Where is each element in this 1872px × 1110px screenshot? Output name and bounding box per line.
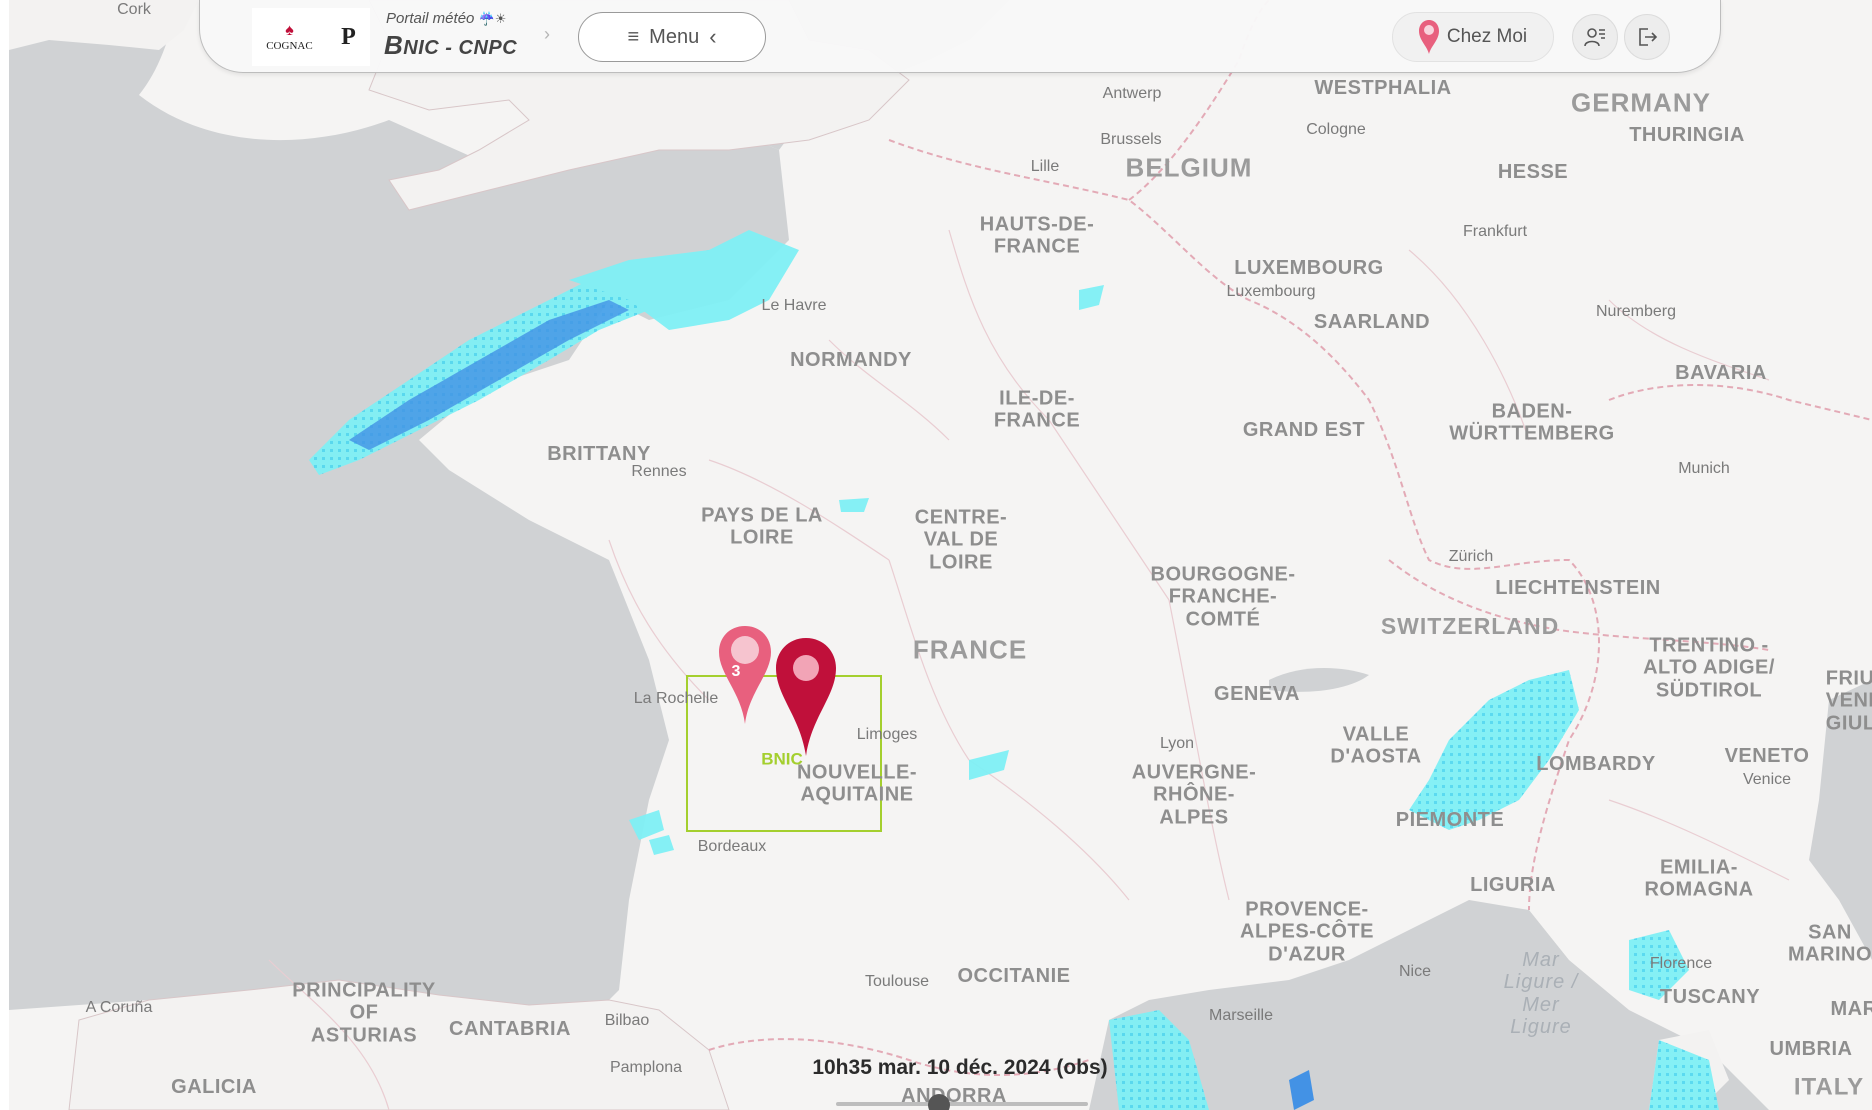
- country-label-italy: ITALY: [1793, 1073, 1865, 1101]
- map-pin-icon: [1418, 20, 1439, 54]
- home-location-button[interactable]: Chez Moi: [1392, 12, 1554, 62]
- city-limoges: Limoges: [856, 726, 918, 744]
- city-munich: Munich: [1678, 460, 1730, 478]
- region-liguria: LIGURIA: [1470, 873, 1556, 896]
- region-grand-est: GRAND EST: [1242, 418, 1366, 441]
- region-normandy: NORMANDY: [790, 348, 912, 371]
- region-hauts-de-france: HAUTS-DE- FRANCE: [979, 213, 1095, 258]
- logout-icon: [1639, 28, 1658, 46]
- region-bourgogne-franche-comte: BOURGOGNE- FRANCHE- COMTÉ: [1150, 563, 1296, 631]
- atlantic-ocean: [9, 0, 789, 1010]
- partner-logos: ♠ COGNAC P: [252, 8, 370, 66]
- cluster-count[interactable]: 3: [732, 663, 741, 681]
- country-label-luxembourg: LUXEMBOURG: [1234, 256, 1384, 279]
- region-friuli: FRIU VENE GIUL: [1825, 667, 1872, 735]
- location-pin: [776, 638, 836, 756]
- city-toulouse: Toulouse: [864, 973, 930, 991]
- region-auvergne-rhone-alpes: AUVERGNE- RHÔNE- ALPES: [1131, 761, 1257, 829]
- city-cork: Cork: [117, 1, 151, 19]
- bnic-label: BNIC: [761, 749, 803, 769]
- user-list-icon: [1584, 28, 1605, 47]
- city-a-coruna: A Coruña: [85, 999, 153, 1017]
- region-emilia-romagna: EMILIA- ROMAGNA: [1644, 856, 1754, 901]
- hamburger-icon: ≡: [627, 25, 640, 48]
- country-label-belgium: BELGIUM: [1125, 152, 1253, 183]
- vine-leaf-icon: ♠: [285, 22, 294, 39]
- city-nice: Nice: [1398, 963, 1432, 981]
- region-brittany: BRITTANY: [547, 442, 651, 465]
- region-provence: PROVENCE- ALPES-CÔTE D'AZUR: [1240, 898, 1374, 966]
- region-tuscany: TUSCANY: [1659, 985, 1761, 1008]
- country-label-liechtenstein: LIECHTENSTEIN: [1495, 576, 1661, 599]
- city-cologne: Cologne: [1306, 121, 1366, 139]
- region-westphalia: WESTPHALIA: [1314, 76, 1452, 99]
- region-bavaria: BAVARIA: [1675, 361, 1767, 384]
- city-frankfurt: Frankfurt: [1462, 223, 1528, 241]
- city-le-havre: Le Havre: [761, 297, 827, 315]
- city-bilbao: Bilbao: [604, 1012, 650, 1030]
- country-label-france: FRANCE: [912, 634, 1028, 665]
- region-asturias: PRINCIPALITY OF ASTURIAS: [292, 979, 436, 1047]
- cognac-logo: ♠ COGNAC: [266, 22, 313, 52]
- city-marseille: Marseille: [1208, 1007, 1274, 1025]
- portal-label: Portail météo ☔☀: [386, 10, 507, 27]
- region-thuringia: THURINGIA: [1629, 123, 1745, 146]
- region-cantabria: CANTABRIA: [449, 1017, 571, 1040]
- timeline-slider-handle[interactable]: [928, 1094, 951, 1110]
- user-settings-button[interactable]: [1572, 14, 1618, 60]
- city-antwerp: Antwerp: [1102, 85, 1162, 103]
- city-florence: Florence: [1649, 955, 1713, 973]
- ireland: [9, 0, 199, 50]
- region-lombardy: LOMBARDY: [1536, 752, 1656, 775]
- home-label: Chez Moi: [1446, 26, 1528, 47]
- sea-label-ligurian: Mar Ligure / Mer Ligure: [1503, 949, 1579, 1039]
- country-label-germany: GERMANY: [1571, 87, 1711, 118]
- city-venice: Venice: [1742, 771, 1792, 789]
- weather-icon: ☔☀: [478, 11, 507, 26]
- region-baden-wurttemberg: BADEN- WÜRTTEMBERG: [1449, 400, 1615, 445]
- region-galicia: GALICIA: [171, 1075, 257, 1098]
- city-lyon: Lyon: [1159, 735, 1195, 753]
- city-pamplona: Pamplona: [609, 1059, 683, 1077]
- city-nuremberg: Nuremberg: [1595, 303, 1677, 321]
- region-nouvelle-aquitaine: NOUVELLE- AQUITAINE: [796, 761, 918, 806]
- city-lille: Lille: [1030, 158, 1060, 176]
- brand-title: BNIC - CNPC: [384, 30, 518, 60]
- region-occitanie: OCCITANIE: [957, 964, 1071, 987]
- observation-timestamp: 10h35 mar. 10 déc. 2024 (obs): [812, 1056, 1108, 1079]
- region-san-marino: SAN MARINO: [1787, 921, 1872, 966]
- cnpc-logo: P: [341, 23, 356, 50]
- region-mar: MAR: [1830, 997, 1872, 1020]
- city-brussels: Brussels: [1100, 131, 1162, 149]
- country-label-switzerland: SWITZERLAND: [1380, 613, 1560, 640]
- cluster-pin: [719, 626, 771, 724]
- menu-label: Menu: [649, 25, 700, 48]
- logout-button[interactable]: [1624, 14, 1670, 60]
- menu-button[interactable]: ≡ Menu ‹: [578, 12, 766, 62]
- city-la-rochelle: La Rochelle: [633, 690, 719, 708]
- timeline-slider-track[interactable]: [836, 1102, 1088, 1106]
- city-geneva: GENEVA: [1214, 682, 1300, 705]
- top-bar: ♠ COGNAC P Portail météo ☔☀ BNIC - CNPC …: [199, 0, 1721, 73]
- weather-map[interactable]: GERMANY BELGIUM FRANCE SWITZERLAND LIECH…: [9, 0, 1872, 1110]
- city-rennes: Rennes: [631, 463, 687, 481]
- chevron-right-icon: ›: [544, 24, 550, 44]
- city-bordeaux: Bordeaux: [697, 838, 767, 856]
- region-valle-d-aosta: VALLE D'AOSTA: [1330, 723, 1422, 768]
- region-centre-val-de-loire: CENTRE- VAL DE LOIRE: [914, 506, 1008, 574]
- region-piemonte: PIEMONTE: [1395, 808, 1505, 831]
- region-ile-de-france: ILE-DE- FRANCE: [993, 387, 1081, 432]
- city-luxembourg: Luxembourg: [1226, 283, 1316, 301]
- region-pays-de-la-loire: PAYS DE LA LOIRE: [701, 504, 823, 549]
- chevron-left-icon: ‹: [709, 24, 717, 49]
- region-trentino: TRENTINO - ALTO ADIGE/ SÜDTIROL: [1643, 634, 1775, 702]
- region-veneto: VENETO: [1724, 744, 1810, 767]
- region-umbria: UMBRIA: [1769, 1037, 1853, 1060]
- city-zurich: Zürich: [1448, 548, 1494, 566]
- region-saarland: SAARLAND: [1313, 310, 1431, 333]
- region-hesse: HESSE: [1497, 160, 1569, 183]
